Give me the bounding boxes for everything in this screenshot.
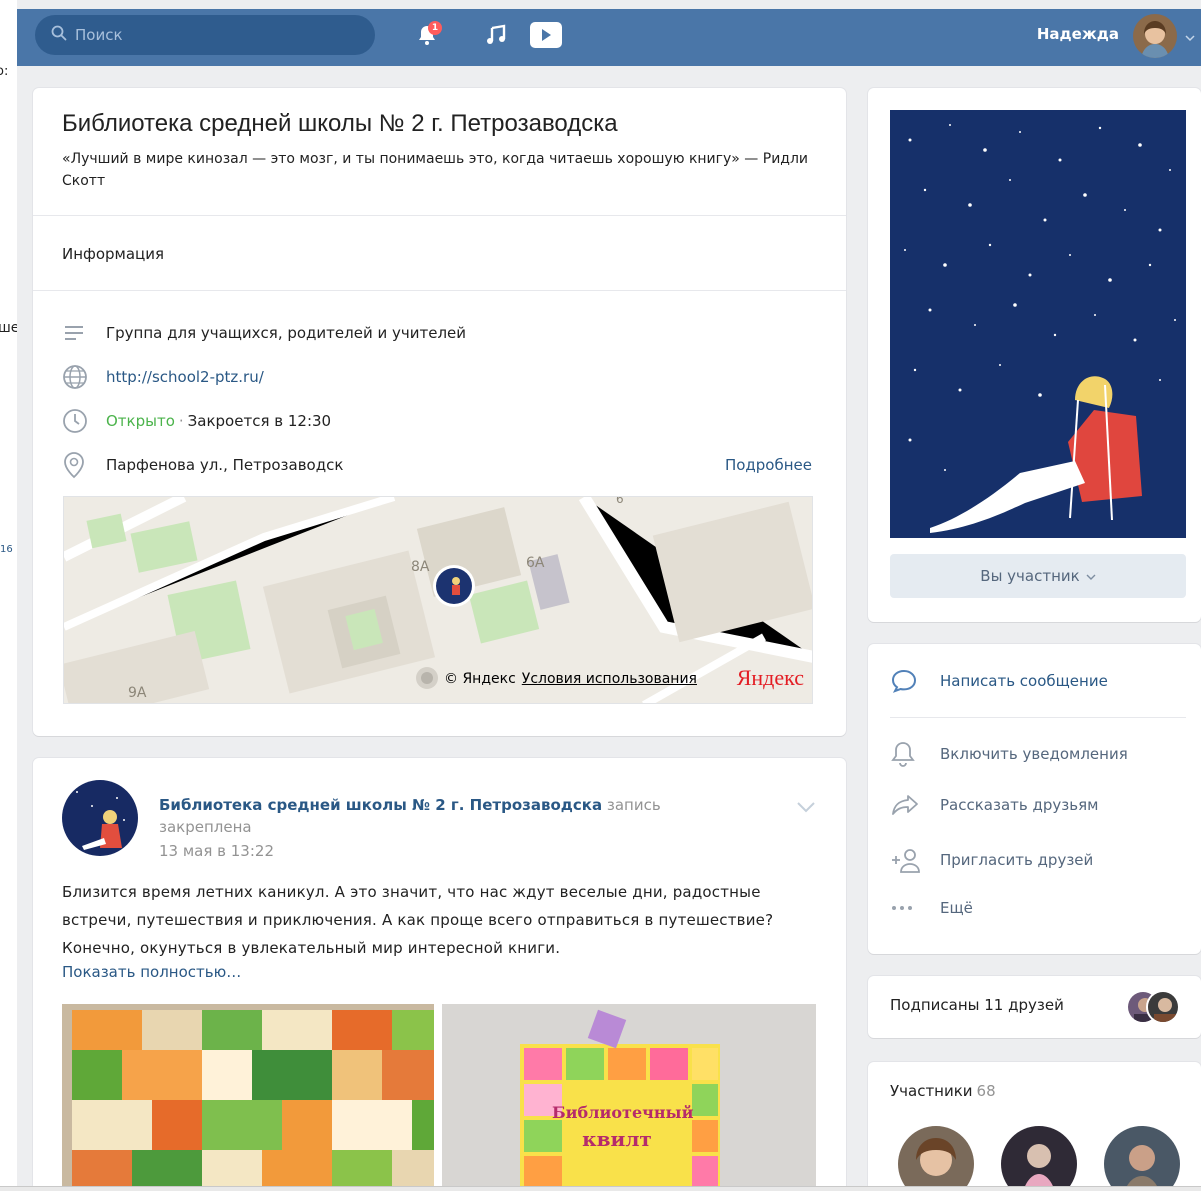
address-text[interactable]: Парфенова ул., Петрозаводск [106, 456, 343, 474]
pinned-post: Библиотека средней школы № 2 г. Петрозав… [33, 758, 846, 1191]
photo-caption-line: Библиотечный [552, 1103, 694, 1122]
website-row: http://school2-ptz.ru/ [62, 364, 264, 390]
play-icon [529, 21, 563, 53]
divider [33, 290, 846, 291]
map-attribution: © Яндекс Условия использования [444, 671, 697, 687]
map-terms-link[interactable]: Условия использования [522, 671, 697, 687]
divider [33, 215, 846, 216]
invite-friends-button[interactable]: Пригласить друзей [890, 846, 1093, 874]
notifications-button[interactable]: 1 [410, 21, 444, 53]
description-icon [62, 320, 92, 346]
user-avatar[interactable] [1133, 14, 1177, 58]
enable-notifications-label: Включить уведомления [940, 745, 1128, 763]
enable-notifications-button[interactable]: Включить уведомления [890, 740, 1128, 768]
separator-dot: · [178, 412, 184, 430]
open-status: Открыто [106, 412, 175, 430]
map[interactable]: 8А 6А 9А 6 © Яндекс Условия использовани… [63, 496, 813, 704]
post-date[interactable]: 13 мая в 13:22 [159, 842, 274, 860]
members-card: Участники 68 [868, 1062, 1201, 1191]
website-link[interactable]: http://school2-ptz.ru/ [106, 368, 264, 386]
add-user-icon [890, 846, 922, 874]
video-button[interactable] [529, 21, 563, 53]
group-actions-card: Написать сообщение Включить уведомления … [868, 644, 1201, 954]
divider [890, 717, 1186, 718]
post-menu-button[interactable] [796, 798, 816, 817]
left-page-strip: о: ше 16 [0, 0, 17, 1191]
globe-icon [62, 364, 92, 390]
post-photo[interactable]: Библиотечный квилт [442, 1004, 816, 1191]
clock-icon [62, 408, 92, 434]
post-author-name[interactable]: Библиотека средней школы № 2 г. Петрозав… [159, 796, 602, 814]
show-more-link[interactable]: Показать полностью… [62, 963, 241, 981]
map-image: 8А 6А 9А 6 [64, 497, 812, 703]
yandex-logo[interactable]: Яндекс [737, 665, 804, 691]
share-arrow-icon [890, 793, 922, 817]
post-header: Библиотека средней школы № 2 г. Петрозав… [159, 794, 719, 838]
top-header: 1 Надежда [17, 9, 1201, 66]
members-title: Участники [890, 1082, 973, 1100]
write-message-button[interactable]: Написать сообщение [890, 668, 1108, 694]
member-avatar[interactable] [1104, 1126, 1180, 1191]
music-note-icon [485, 24, 507, 50]
group-description: Группа для учащихся, родителей и учителе… [106, 324, 467, 342]
more-actions-label: Ещё [940, 899, 973, 917]
closing-hours[interactable]: Закроется в 12:30 [188, 412, 331, 430]
svg-text:9А: 9А [128, 685, 147, 701]
group-cover-card: Вы участник [868, 88, 1201, 622]
music-button[interactable] [479, 21, 513, 53]
bell-outline-icon [890, 740, 922, 768]
search-icon [51, 25, 67, 45]
members-count: 68 [976, 1082, 996, 1100]
invite-friends-label: Пригласить друзей [940, 851, 1094, 869]
more-details-link[interactable]: Подробнее [725, 456, 812, 474]
address-row: Парфенова ул., Петрозаводск [62, 452, 343, 479]
search-box[interactable] [35, 15, 375, 55]
left-strip-text: ше [0, 320, 17, 336]
group-cover-image[interactable] [890, 110, 1186, 538]
more-dots-icon [890, 904, 922, 912]
chevron-down-icon [1086, 567, 1096, 585]
friends-subscribed-text: Подписаны 11 друзей [890, 996, 1064, 1014]
message-bubble-icon [890, 668, 922, 694]
group-title: Библиотека средней школы № 2 г. Петрозав… [62, 110, 618, 137]
hours-row: Открыто · Закроется в 12:30 [62, 408, 331, 434]
chevron-down-icon [796, 798, 816, 817]
window-bottom-edge [0, 1186, 1201, 1191]
chevron-down-icon[interactable] [1185, 27, 1195, 46]
notifications-badge: 1 [428, 21, 442, 35]
tab-information[interactable]: Информация [62, 245, 164, 263]
share-button[interactable]: Рассказать друзьям [890, 793, 1098, 817]
svg-text:8А: 8А [411, 559, 430, 575]
member-avatar[interactable] [1001, 1126, 1077, 1191]
photo-caption: Библиотечный квилт [552, 1100, 694, 1152]
photo-caption-line: квилт [582, 1127, 652, 1151]
share-label: Рассказать друзьям [940, 796, 1099, 814]
post-author-avatar[interactable] [62, 780, 138, 856]
group-info-card: Библиотека средней школы № 2 г. Петрозав… [33, 88, 846, 736]
post-photo[interactable] [62, 1004, 434, 1191]
user-name[interactable]: Надежда [1037, 25, 1119, 43]
membership-button-label: Вы участник [980, 567, 1080, 585]
friends-subscribed-card[interactable]: Подписаны 11 друзей [868, 976, 1201, 1038]
location-pin-icon [62, 452, 92, 479]
group-status: «Лучший в мире кинозал — это мозг, и ты … [62, 151, 809, 189]
members-header[interactable]: Участники 68 [890, 1082, 996, 1100]
left-strip-text: 16 [0, 544, 13, 555]
write-message-label: Написать сообщение [940, 672, 1108, 690]
svg-text:6: 6 [616, 497, 624, 506]
description-row: Группа для учащихся, родителей и учителе… [62, 320, 466, 346]
post-text: Близится время летних каникул. А это зна… [62, 883, 774, 957]
friend-avatar [1146, 990, 1180, 1024]
member-avatar[interactable] [898, 1126, 974, 1191]
svg-text:6А: 6А [526, 555, 545, 571]
left-strip-text: о: [0, 64, 9, 79]
membership-button[interactable]: Вы участник [890, 554, 1186, 598]
more-actions-button[interactable]: Ещё [890, 899, 973, 917]
search-input[interactable] [75, 26, 355, 44]
map-copyright: © Яндекс [444, 671, 516, 687]
